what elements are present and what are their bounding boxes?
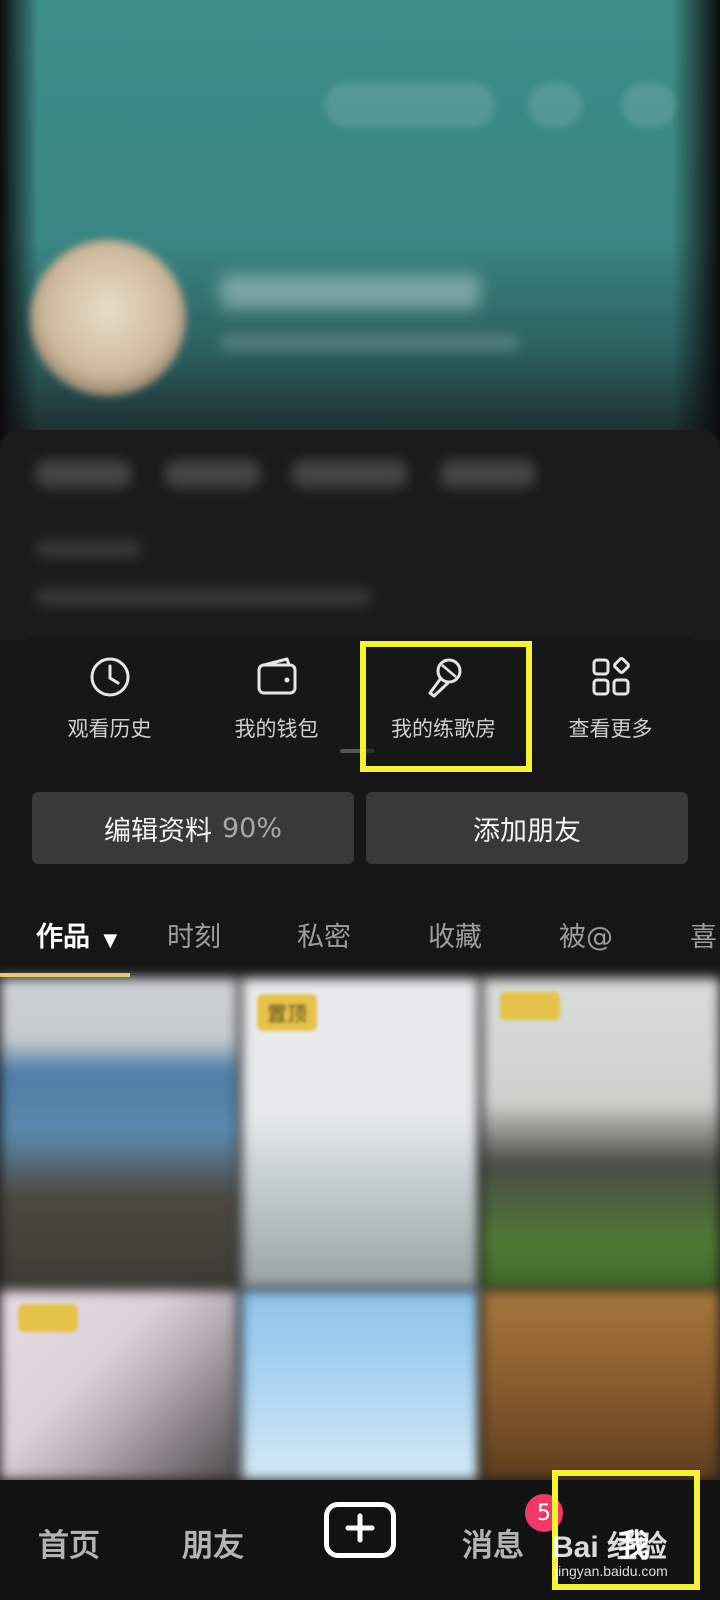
banner-action-circle[interactable] xyxy=(528,82,582,128)
tab-works[interactable]: 作品 ▼ xyxy=(36,915,117,954)
stat-blurred[interactable] xyxy=(36,460,131,488)
tab-moments[interactable]: 时刻 xyxy=(167,915,221,954)
nav-messages[interactable]: 消息 xyxy=(462,1520,524,1565)
wallet-icon xyxy=(255,655,299,699)
tab-label: 喜 xyxy=(690,922,717,953)
shortcut-wallet[interactable]: 我的钱包 xyxy=(193,637,360,757)
baidu-watermark-url: jingyan.baidu.com xyxy=(555,1563,668,1579)
tab-likes[interactable]: 喜 xyxy=(690,915,717,954)
profile-completion: 90% xyxy=(221,812,282,844)
baidu-watermark: Bai 经验 xyxy=(552,1531,668,1564)
pinned-badge-blurred xyxy=(18,1304,78,1332)
create-button[interactable] xyxy=(324,1502,396,1558)
grid-more-icon xyxy=(589,655,633,699)
tab-mentions[interactable]: 被@ xyxy=(559,915,613,954)
profile-id-blurred xyxy=(220,335,520,351)
scroll-indicator xyxy=(340,749,362,753)
edit-profile-button[interactable]: 编辑资料 90% xyxy=(32,792,354,864)
nav-friends[interactable]: 朋友 xyxy=(182,1520,244,1565)
tab-label: 私密 xyxy=(297,922,351,953)
stat-blurred[interactable] xyxy=(165,460,260,488)
avatar[interactable] xyxy=(30,240,186,396)
tab-label: 被@ xyxy=(559,922,613,953)
pinned-badge-blurred xyxy=(500,992,560,1020)
caret-down-icon: ▼ xyxy=(103,930,118,951)
pinned-badge: 置顶 xyxy=(257,994,317,1031)
shortcut-label: 查看更多 xyxy=(568,717,653,741)
bio-tags-blurred xyxy=(36,588,371,606)
video-grid: 置顶 xyxy=(0,978,720,1480)
video-thumbnail[interactable] xyxy=(0,978,238,1288)
profile-name-blurred xyxy=(220,275,480,309)
shortcut-watch-history[interactable]: 观看历史 xyxy=(26,637,193,757)
video-thumbnail[interactable] xyxy=(241,1290,479,1480)
shortcut-label: 我的钱包 xyxy=(234,717,319,741)
bio-blurred xyxy=(36,540,141,558)
tab-label: 作品 xyxy=(36,922,90,953)
active-tab-indicator xyxy=(0,973,130,977)
banner-action-circle-2[interactable] xyxy=(622,82,676,128)
banner-action-pill[interactable] xyxy=(325,82,495,128)
tab-label: 时刻 xyxy=(167,922,221,953)
banner-shadow-right xyxy=(672,0,720,440)
add-friends-button[interactable]: 添加朋友 xyxy=(366,792,688,864)
add-friends-label: 添加朋友 xyxy=(473,815,581,847)
tab-favorites[interactable]: 收藏 xyxy=(428,915,482,954)
nav-home[interactable]: 首页 xyxy=(38,1520,100,1565)
video-thumbnail[interactable] xyxy=(482,1290,720,1480)
stat-blurred[interactable] xyxy=(292,460,407,488)
shortcut-label: 观看历史 xyxy=(67,717,152,741)
video-thumbnail[interactable] xyxy=(482,978,720,1288)
banner-shadow-left xyxy=(0,0,38,440)
content-tabs: 作品 ▼ 时刻 私密 收藏 被@ 喜 xyxy=(0,905,720,975)
shortcut-see-more[interactable]: 查看更多 xyxy=(527,637,694,757)
stat-blurred[interactable] xyxy=(440,460,535,488)
tab-label: 收藏 xyxy=(428,922,482,953)
clock-icon xyxy=(88,655,132,699)
highlight-karaoke-shortcut xyxy=(360,641,532,772)
edit-profile-label: 编辑资料 xyxy=(103,815,212,847)
plus-icon xyxy=(344,1512,376,1548)
tab-private[interactable]: 私密 xyxy=(297,915,351,954)
